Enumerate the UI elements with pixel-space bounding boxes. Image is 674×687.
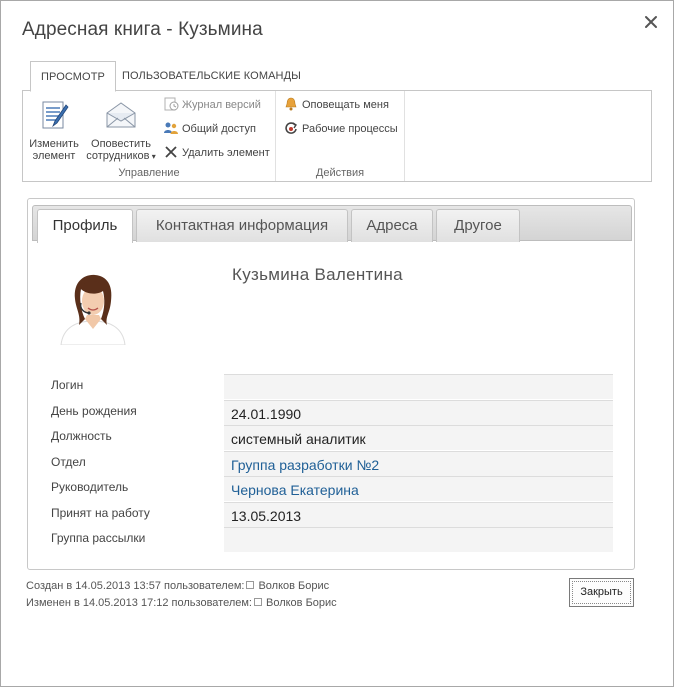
field-label: Группа рассылки <box>51 531 146 545</box>
ribbon-tabs: ПРОСМОТР ПОЛЬЗОВАТЕЛЬСКИЕ КОМАНДЫ <box>22 61 652 92</box>
ribbon-group-actions: Оповещать меня Рабочие процессы Действия <box>276 91 405 181</box>
delete-item-button[interactable]: Удалить элемент <box>163 144 270 162</box>
field-row-mailing-group: Группа рассылки <box>48 527 613 553</box>
dialog-window: Адресная книга - Кузьмина ПРОСМОТР ПОЛЬЗ… <box>0 0 674 687</box>
person-name: Кузьмина Валентина <box>232 265 403 284</box>
manager-link[interactable]: Чернова Екатерина <box>224 476 613 501</box>
delete-x-icon <box>163 144 179 160</box>
department-link[interactable]: Группа разработки №2 <box>224 450 613 476</box>
created-info: Создан в 14.05.2013 13:57 пользователем:… <box>26 580 329 592</box>
group-label-manage: Управление <box>118 167 180 179</box>
chevron-down-icon: ▾ <box>149 152 156 161</box>
profile-panel: Профиль Контактная информация Адреса Дру… <box>27 198 635 570</box>
tab-addresses[interactable]: Адреса <box>351 209 433 242</box>
workflows-button[interactable]: Рабочие процессы <box>283 120 398 138</box>
tab-custom-commands[interactable]: ПОЛЬЗОВАТЕЛЬСКИЕ КОМАНДЫ <box>112 61 311 91</box>
edit-item-icon <box>27 99 81 134</box>
modified-prefix: Изменен в 14.05.2013 17:12 пользователем… <box>26 597 252 609</box>
presence-checkbox-icon <box>246 581 255 590</box>
field-value: 24.01.1990 <box>224 399 613 425</box>
version-history-button[interactable]: Журнал версий <box>163 96 261 114</box>
history-icon <box>163 96 179 112</box>
field-row-login: Логин <box>48 374 613 400</box>
field-value: системный аналитик <box>224 425 613 450</box>
avatar <box>55 269 131 346</box>
edit-item-button[interactable]: Изменить элемент <box>27 99 81 162</box>
workflows-label: Рабочие процессы <box>302 123 398 135</box>
close-button[interactable]: Закрыть <box>569 578 634 607</box>
created-user-link[interactable]: Волков Борис <box>258 580 329 592</box>
notify-staff-label-2: сотрудников <box>86 150 150 162</box>
profile-fields: Логин День рождения 24.01.1990 Должность… <box>48 374 613 553</box>
presence-checkbox-icon <box>253 598 262 607</box>
edit-item-label-2: элемент <box>32 150 76 162</box>
notify-staff-label-1: Оповестить <box>91 138 151 150</box>
field-label: День рождения <box>51 403 137 418</box>
modified-user-link[interactable]: Волков Борис <box>266 597 337 609</box>
field-value <box>224 374 613 399</box>
workflow-icon <box>283 120 299 136</box>
tab-profile[interactable]: Профиль <box>37 209 133 243</box>
tab-view[interactable]: ПРОСМОТР <box>30 61 116 92</box>
created-prefix: Создан в 14.05.2013 13:57 пользователем: <box>26 580 245 592</box>
edit-item-label-1: Изменить <box>29 138 79 150</box>
tab-other[interactable]: Другое <box>436 209 520 242</box>
field-value: 13.05.2013 <box>224 501 613 527</box>
ribbon: Изменить элемент Оповестить сотрудников … <box>22 90 652 182</box>
bell-icon <box>283 96 299 112</box>
close-icon[interactable] <box>643 14 659 30</box>
envelope-icon <box>85 99 157 134</box>
delete-item-label: Удалить элемент <box>182 147 270 159</box>
field-row-manager: Руководитель Чернова Екатерина <box>48 476 613 502</box>
tab-contact-info[interactable]: Контактная информация <box>136 209 348 242</box>
alert-me-button[interactable]: Оповещать меня <box>283 96 389 114</box>
group-label-actions: Действия <box>315 167 365 179</box>
shared-access-button[interactable]: Общий доступ <box>163 120 256 138</box>
field-label: Принят на работу <box>51 505 150 520</box>
version-history-label: Журнал версий <box>182 99 261 111</box>
notify-staff-button[interactable]: Оповестить сотрудников ▾ <box>85 99 157 163</box>
field-label: Должность <box>51 429 112 443</box>
field-label: Отдел <box>51 454 86 469</box>
field-row-position: Должность системный аналитик <box>48 425 613 451</box>
people-icon <box>163 120 179 136</box>
alert-me-label: Оповещать меня <box>302 99 389 111</box>
field-row-hire-date: Принят на работу 13.05.2013 <box>48 501 613 528</box>
field-row-department: Отдел Группа разработки №2 <box>48 450 613 477</box>
field-row-birthday: День рождения 24.01.1990 <box>48 399 613 426</box>
field-label: Логин <box>51 378 84 392</box>
shared-access-label: Общий доступ <box>182 123 256 135</box>
profile-tabbar: Профиль Контактная информация Адреса Дру… <box>32 205 632 243</box>
modified-info: Изменен в 14.05.2013 17:12 пользователем… <box>26 597 337 609</box>
ribbon-group-manage: Изменить элемент Оповестить сотрудников … <box>23 91 276 181</box>
dialog-title: Адресная книга - Кузьмина <box>22 19 263 40</box>
field-label: Руководитель <box>51 480 129 494</box>
field-value <box>224 527 613 552</box>
